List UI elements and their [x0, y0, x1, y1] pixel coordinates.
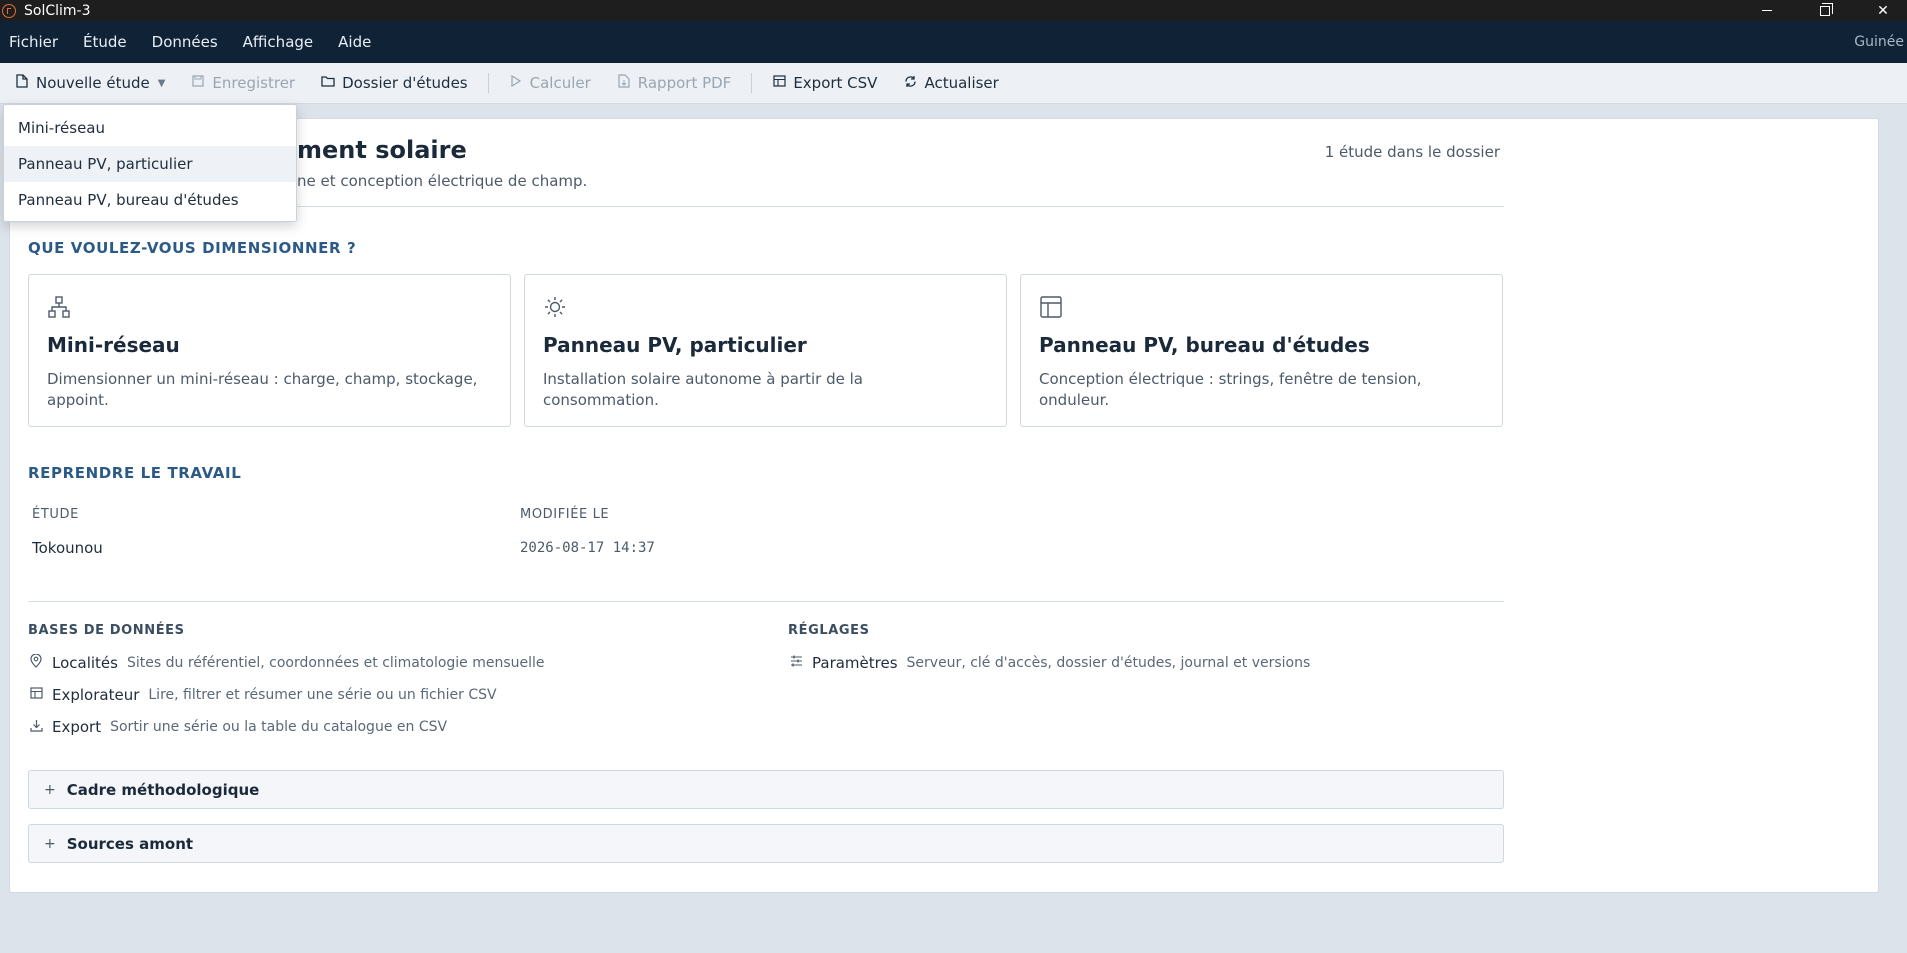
page-title: ment solaire — [297, 136, 467, 164]
study-modified: 2026-08-17 14:37 — [520, 540, 655, 556]
table-icon — [28, 687, 44, 703]
title-bar: SolClim-3 ✕ — [0, 0, 1907, 21]
pdf-report-label: Rapport PDF — [637, 74, 732, 92]
card-pv-bureau-etudes[interactable]: Panneau PV, bureau d'études Conception é… — [1020, 274, 1503, 427]
close-button[interactable]: ✕ — [1860, 0, 1906, 21]
menu-aide[interactable]: Aide — [338, 33, 371, 51]
card-pv-particulier[interactable]: Panneau PV, particulier Installation sol… — [524, 274, 1007, 427]
table-row[interactable]: Tokounou 2026-08-17 14:37 — [28, 531, 1028, 561]
settings-item-desc: Serveur, clé d'accès, dossier d'études, … — [906, 655, 1311, 671]
app-logo-icon — [2, 3, 16, 18]
card-mini-reseau[interactable]: Mini-réseau Dimensionner un mini-réseau … — [28, 274, 511, 427]
plus-icon: + — [44, 835, 56, 852]
export-csv-label: Export CSV — [793, 74, 878, 92]
compute-button[interactable]: Calculer — [509, 74, 591, 92]
db-item-export[interactable]: Export Sortir une série ou la table du c… — [28, 718, 447, 736]
folder-icon — [321, 75, 335, 91]
toolbar: Nouvelle étude ▼ Enregistrer Dossier d'é… — [0, 63, 1907, 104]
accordion-cadre-methodologique[interactable]: + Cadre méthodologique — [28, 770, 1504, 809]
table-icon — [772, 75, 786, 91]
play-icon — [509, 74, 523, 91]
chevron-down-icon: ▼ — [157, 77, 166, 89]
refresh-button[interactable]: Actualiser — [903, 74, 999, 92]
download-icon — [28, 719, 44, 736]
layout-icon — [1039, 295, 1063, 319]
restore-icon — [1820, 2, 1833, 16]
column-header-study: ÉTUDE — [32, 507, 79, 522]
refresh-icon — [903, 75, 917, 92]
sun-icon — [543, 295, 567, 319]
region-label[interactable]: Guinée — [1854, 34, 1904, 50]
compute-label: Calculer — [529, 74, 591, 92]
db-item-desc: Lire, filtrer et résumer une série ou un… — [148, 687, 497, 703]
new-file-icon — [15, 74, 29, 92]
study-count: 1 étude dans le dossier — [1324, 143, 1500, 161]
settings-heading: RÉGLAGES — [788, 623, 870, 638]
accordion-label: Sources amont — [66, 834, 194, 853]
card-description: Dimensionner un mini-réseau : charge, ch… — [47, 370, 478, 409]
menu-bar: Fichier Étude Données Affichage Aide Gui… — [0, 21, 1907, 63]
pin-icon — [28, 653, 44, 672]
save-icon — [191, 75, 205, 91]
plus-icon: + — [44, 781, 56, 798]
save-button[interactable]: Enregistrer — [191, 74, 295, 92]
toolbar-separator — [751, 73, 753, 93]
new-study-label: Nouvelle étude — [36, 74, 150, 92]
restore-button[interactable] — [1802, 0, 1848, 21]
db-item-localites[interactable]: Localités Sites du référentiel, coordonn… — [28, 653, 545, 672]
study-name[interactable]: Tokounou — [32, 539, 103, 557]
menu-donnees[interactable]: Données — [152, 33, 218, 51]
card-description: Conception électrique : strings, fenêtre… — [1039, 370, 1422, 409]
dropdown-item-pv-bureau-etudes[interactable]: Panneau PV, bureau d'études — [4, 182, 296, 218]
menu-etude[interactable]: Étude — [83, 33, 127, 51]
new-study-button[interactable]: Nouvelle étude ▼ — [15, 74, 165, 92]
settings-item-parametres[interactable]: Paramètres Serveur, clé d'accès, dossier… — [788, 654, 1310, 672]
db-item-desc: Sites du référentiel, coordonnées et cli… — [126, 655, 545, 671]
accordion-sources-amont[interactable]: + Sources amont — [28, 824, 1504, 863]
minimize-icon — [1762, 10, 1772, 11]
dropdown-item-mini-reseau[interactable]: Mini-réseau — [4, 110, 296, 146]
sizing-heading: QUE VOULEZ-VOUS DIMENSIONNER ? — [28, 239, 357, 257]
card-title: Panneau PV, bureau d'études — [1039, 333, 1370, 357]
network-icon — [47, 295, 71, 319]
card-title: Panneau PV, particulier — [543, 333, 807, 357]
studies-folder-label: Dossier d'études — [342, 74, 468, 92]
page-header: ment solaire ne et conception électrique… — [297, 119, 1197, 199]
dropdown-item-pv-particulier[interactable]: Panneau PV, particulier — [4, 146, 296, 182]
pdf-report-button[interactable]: Rapport PDF — [617, 74, 732, 92]
menu-affichage[interactable]: Affichage — [243, 33, 313, 51]
db-item-name: Export — [52, 718, 102, 736]
card-description: Installation solaire autonome à partir d… — [543, 370, 863, 409]
studies-folder-button[interactable]: Dossier d'études — [321, 74, 468, 92]
save-label: Enregistrer — [212, 74, 296, 92]
close-icon: ✕ — [1877, 2, 1889, 19]
export-csv-button[interactable]: Export CSV — [772, 74, 877, 92]
settings-item-name: Paramètres — [812, 654, 898, 672]
file-export-icon — [617, 74, 631, 92]
refresh-label: Actualiser — [924, 74, 999, 92]
db-item-name: Localités — [52, 654, 118, 672]
divider — [28, 601, 1504, 602]
minimize-button[interactable] — [1744, 0, 1790, 21]
sliders-icon — [788, 655, 804, 671]
window-title: SolClim-3 — [24, 2, 91, 19]
menu-fichier[interactable]: Fichier — [9, 33, 58, 51]
accordion-label: Cadre méthodologique — [66, 780, 260, 799]
column-header-modified: MODIFIÉE LE — [520, 507, 610, 522]
databases-heading: BASES DE DONNÉES — [28, 623, 185, 638]
new-study-dropdown: Mini-réseau Panneau PV, particulier Pann… — [3, 104, 297, 222]
toolbar-separator — [487, 73, 489, 93]
db-item-explorateur[interactable]: Explorateur Lire, filtrer et résumer une… — [28, 686, 497, 704]
db-item-desc: Sortir une série ou la table du catalogu… — [110, 719, 448, 735]
db-item-name: Explorateur — [52, 686, 140, 704]
resume-heading: REPRENDRE LE TRAVAIL — [28, 464, 242, 482]
card-title: Mini-réseau — [47, 333, 180, 357]
home-panel: ment solaire ne et conception électrique… — [9, 118, 1879, 893]
page-subtitle: ne et conception électrique de champ. — [297, 172, 588, 190]
